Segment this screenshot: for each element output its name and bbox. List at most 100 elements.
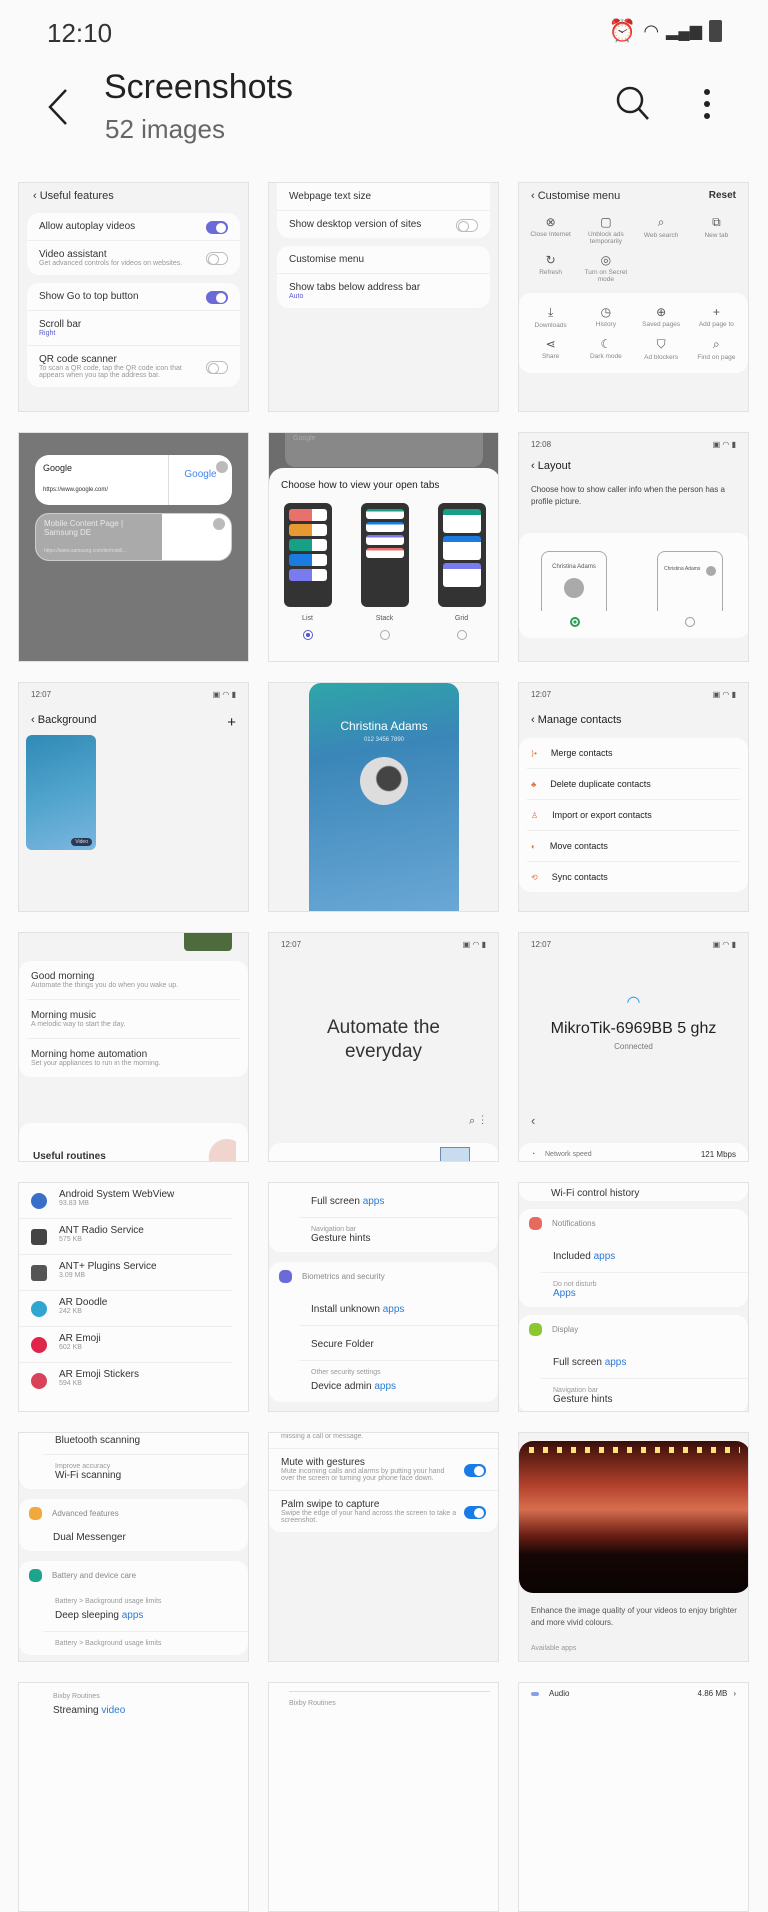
list-item: ♣ Delete duplicate contacts [527,769,740,800]
menu-item-icon: ⌕ [713,337,720,351]
menu-item-icon: ☾ [600,337,612,351]
back-arrow-icon[interactable] [40,82,80,132]
search-icon: ⌕ [468,1115,476,1127]
thumbnail[interactable]: 12:08 ▣ ◠ ▮ ‹ Layout Choose how to show c… [518,432,749,662]
radio-selected [302,630,313,640]
mini-time: 12:07 [531,940,552,949]
setting-label: Video assistant [39,249,107,260]
list-item: ◐ Move contacts [527,831,740,862]
advanced-features-icon [29,1507,42,1520]
setting-label: Show desktop version of sites [289,219,422,230]
thumbnail[interactable]: Wi-Fi control history Notifications Incl… [518,1182,749,1412]
app-size: 242 KB [59,1308,82,1315]
routine-desc: Set your appliances to run in the mornin… [31,1060,161,1067]
thumbnail[interactable]: 12:07 ▣ ◠ ▮ ‹ Background + Video [18,682,249,912]
thumbnail[interactable]: Bixby Routines [268,1682,499,1912]
caller-avatar [360,757,408,805]
image-count: 52 images [105,114,225,144]
menu-item: ⛉ Ad blockers [634,337,689,361]
app-icon [31,1265,47,1281]
manage-contacts-list: ⟩• Merge contacts ♣ Delete duplicate contac… [519,738,748,892]
thumbnail[interactable]: Bluetooth scanning Improve accuracy Wi-Fi… [18,1432,249,1662]
more-vert-icon[interactable] [685,82,729,126]
thumbnail[interactable]: Bixby Routines Streaming video [18,1682,249,1912]
back-icon: ‹ [531,460,538,472]
thumbnail[interactable]: Audio 4.86 MB › [518,1682,749,1912]
list-item: Morning music A melodic way to start the … [27,1000,240,1039]
thumb-title: Manage contacts [537,714,622,726]
hero-heading: Automate the everyday [326,1017,441,1062]
illustration [184,933,232,951]
view-option: Grid [437,503,486,640]
thumbnail[interactable]: 12:07 ▣ ◠ ▮ ◠ MikroTik-6969BB 5 ghz Conne… [518,932,749,1162]
setting-label: QR code scanner [39,354,117,365]
thumb-title: Customise menu [537,190,621,202]
audio-icon [531,1691,539,1696]
menu-item-icon: ⊕ [656,305,667,319]
phone-preview [437,503,486,607]
search-icon[interactable] [612,82,656,126]
routine-title: Morning home automation [31,1049,148,1060]
setting-label: Customise menu [289,254,365,265]
view-option-label: Grid [454,615,469,622]
menu-item: ⊗ Close Internet [523,215,578,245]
thumbnail[interactable]: Google Choose how to view your open tabs… [268,432,499,662]
menu-item-icon: ↻ [545,253,556,267]
thumbnail[interactable]: Android System WebView 93.83 MB ANT Radio … [18,1182,249,1412]
thumbnail[interactable]: Enhance the image quality of your videos… [518,1432,749,1662]
app-icon [31,1229,47,1245]
radio-unselected [685,617,695,627]
apps-link: Apps [553,1288,576,1299]
thumbnail[interactable]: missing a call or message. Mute with ges… [268,1432,499,1662]
illustration [440,1147,470,1161]
app-list: Android System WebView 93.83 MB ANT Radio … [19,1183,248,1399]
routine-list: Good morning Automate the things you do w… [19,961,248,1077]
thumbnail[interactable]: Full screen apps Navigation bar Gesture h… [268,1182,499,1412]
thumbnail[interactable]: Google https://www.google.com/ Google Mo… [18,432,249,662]
thumbnail[interactable]: Christina Adams 012 3456 7890 [268,682,499,912]
thumbnail[interactable]: Good morning Automate the things you do w… [18,932,249,1162]
app-name: ANT Radio Service [59,1225,144,1236]
menu-item: ⌕ Web search [634,215,689,245]
thumbnail[interactable]: ‹ Useful features Allow autoplay videos … [18,182,249,412]
battery-care-icon [29,1569,42,1582]
tab-title: Google [293,435,316,442]
apps-link: apps [121,1610,144,1621]
signal-icon: ▂▄▆ [666,23,702,40]
menu-item-label: Refresh [539,269,562,276]
app-size: 594 KB [59,1380,82,1387]
menu-item-label: Downloads [534,322,567,329]
setting-desc: Get advanced controls for videos on webs… [39,260,183,267]
illustration [190,1133,236,1161]
radio-unselected [379,630,390,640]
thumbnail[interactable]: Webpage text size Show desktop version o… [268,182,499,412]
radio-selected [570,617,580,627]
setting-desc: Swipe the edge of your hand across the s… [281,1510,457,1524]
menu-item: ◷ History [578,305,633,329]
apps-link: apps [604,1357,627,1368]
wifi-icon: ◠ [643,20,660,41]
battery-icon [709,20,722,42]
menu-icons-top: ⊗ Close Internet ▢ Unblock ads temporarily ⌕… [519,209,748,293]
app-icon [31,1301,47,1317]
contact-action-icon: ♣ [531,780,537,789]
list-item: AR Doodle 242 KB [19,1291,232,1327]
list-item-label: Delete duplicate contacts [550,779,651,789]
menu-item-label: History [595,321,616,328]
thumbnail[interactable]: ‹ Customise menu Reset ⊗ Close Internet ▢ U… [518,182,749,412]
thumbnail[interactable]: 12:07 ▣ ◠ ▮ Automate the everyday ⌕ ⋮ [268,932,499,1162]
menu-item: ⤓ Downloads [523,305,578,329]
avatar [706,566,716,576]
chevron-right-icon: › [733,1689,736,1698]
setting-label: Webpage text size [289,191,372,202]
menu-item: ⌕ Find on page [689,337,744,361]
menu-item: ⊕ Saved pages [634,305,689,329]
list-item: ♙ Import or export contacts [527,800,740,831]
app-size: 93.83 MB [59,1200,89,1207]
toggle-on [464,1505,486,1519]
app-size: 602 KB [59,1344,82,1351]
contact-action-icon: ◐ [531,842,536,851]
thumbnail[interactable]: 12:07 ▣ ◠ ▮ ‹ Manage contacts ⟩• Merge con… [518,682,749,912]
view-options: List Stack Grid [269,503,498,640]
back-icon: ‹ [31,714,38,726]
